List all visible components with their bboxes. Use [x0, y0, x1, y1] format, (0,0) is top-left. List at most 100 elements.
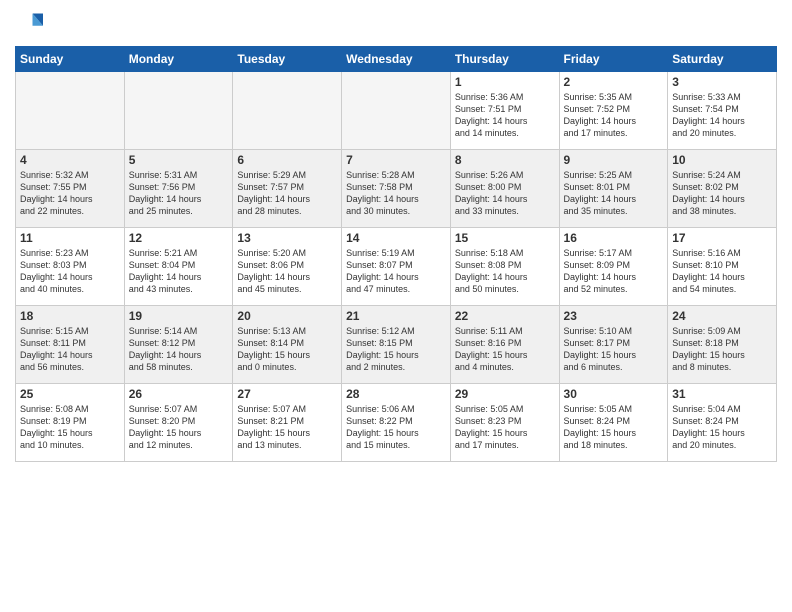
calendar-cell: 15 Sunrise: 5:18 AM Sunset: 8:08 PM Dayli… — [450, 228, 559, 306]
calendar-cell — [124, 72, 233, 150]
day-info: Sunrise: 5:23 AM Sunset: 8:03 PM Dayligh… — [20, 247, 120, 296]
day-number: 15 — [455, 231, 555, 245]
day-info: Sunrise: 5:26 AM Sunset: 8:00 PM Dayligh… — [455, 169, 555, 218]
calendar-cell: 27 Sunrise: 5:07 AM Sunset: 8:21 PM Dayli… — [233, 384, 342, 462]
day-number: 29 — [455, 387, 555, 401]
day-info: Sunrise: 5:15 AM Sunset: 8:11 PM Dayligh… — [20, 325, 120, 374]
day-number: 14 — [346, 231, 446, 245]
day-number: 26 — [129, 387, 229, 401]
day-info: Sunrise: 5:29 AM Sunset: 7:57 PM Dayligh… — [237, 169, 337, 218]
day-info: Sunrise: 5:31 AM Sunset: 7:56 PM Dayligh… — [129, 169, 229, 218]
day-number: 28 — [346, 387, 446, 401]
day-info: Sunrise: 5:18 AM Sunset: 8:08 PM Dayligh… — [455, 247, 555, 296]
weekday-friday: Friday — [559, 47, 668, 72]
calendar-cell: 16Sunrise: 5:17 AM Sunset: 8:09 PM Dayli… — [559, 228, 668, 306]
calendar-cell: 18 Sunrise: 5:15 AM Sunset: 8:11 PM Dayli… — [16, 306, 125, 384]
calendar-cell: 8 Sunrise: 5:26 AM Sunset: 8:00 PM Daylig… — [450, 150, 559, 228]
calendar-week-3: 11 Sunrise: 5:23 AM Sunset: 8:03 PM Dayli… — [16, 228, 777, 306]
day-info: Sunrise: 5:28 AM Sunset: 7:58 PM Dayligh… — [346, 169, 446, 218]
calendar-cell — [16, 72, 125, 150]
day-number: 2 — [564, 75, 664, 89]
day-info: Sunrise: 5:09 AM Sunset: 8:18 PM Dayligh… — [672, 325, 772, 374]
day-number: 18 — [20, 309, 120, 323]
day-number: 10 — [672, 153, 772, 167]
day-number: 21 — [346, 309, 446, 323]
logo-icon — [15, 10, 43, 38]
day-info: Sunrise: 5:05 AM Sunset: 8:24 PM Dayligh… — [564, 403, 664, 452]
calendar-cell: 19 Sunrise: 5:14 AM Sunset: 8:12 PM Dayli… — [124, 306, 233, 384]
calendar-cell: 23Sunrise: 5:10 AM Sunset: 8:17 PM Dayli… — [559, 306, 668, 384]
day-number: 8 — [455, 153, 555, 167]
calendar-cell: 25 Sunrise: 5:08 AM Sunset: 8:19 PM Dayli… — [16, 384, 125, 462]
calendar-cell: 2Sunrise: 5:35 AM Sunset: 7:52 PM Daylig… — [559, 72, 668, 150]
weekday-tuesday: Tuesday — [233, 47, 342, 72]
logo — [15, 10, 47, 38]
day-info: Sunrise: 5:24 AM Sunset: 8:02 PM Dayligh… — [672, 169, 772, 218]
day-number: 22 — [455, 309, 555, 323]
calendar-cell: 14 Sunrise: 5:19 AM Sunset: 8:07 PM Dayli… — [342, 228, 451, 306]
day-info: Sunrise: 5:08 AM Sunset: 8:19 PM Dayligh… — [20, 403, 120, 452]
calendar-cell: 31Sunrise: 5:04 AM Sunset: 8:24 PM Dayli… — [668, 384, 777, 462]
day-info: Sunrise: 5:04 AM Sunset: 8:24 PM Dayligh… — [672, 403, 772, 452]
day-info: Sunrise: 5:07 AM Sunset: 8:20 PM Dayligh… — [129, 403, 229, 452]
calendar-cell: 26 Sunrise: 5:07 AM Sunset: 8:20 PM Dayli… — [124, 384, 233, 462]
calendar-cell: 6 Sunrise: 5:29 AM Sunset: 7:57 PM Daylig… — [233, 150, 342, 228]
calendar-cell: 10 Sunrise: 5:24 AM Sunset: 8:02 PM Dayli… — [668, 150, 777, 228]
calendar-cell: 7 Sunrise: 5:28 AM Sunset: 7:58 PM Daylig… — [342, 150, 451, 228]
day-info: Sunrise: 5:12 AM Sunset: 8:15 PM Dayligh… — [346, 325, 446, 374]
weekday-monday: Monday — [124, 47, 233, 72]
calendar-cell: 5Sunrise: 5:31 AM Sunset: 7:56 PM Daylig… — [124, 150, 233, 228]
day-info: Sunrise: 5:19 AM Sunset: 8:07 PM Dayligh… — [346, 247, 446, 296]
day-number: 4 — [20, 153, 120, 167]
weekday-wednesday: Wednesday — [342, 47, 451, 72]
calendar-cell: 28Sunrise: 5:06 AM Sunset: 8:22 PM Dayli… — [342, 384, 451, 462]
day-number: 25 — [20, 387, 120, 401]
calendar-cell — [342, 72, 451, 150]
calendar-week-5: 25 Sunrise: 5:08 AM Sunset: 8:19 PM Dayli… — [16, 384, 777, 462]
calendar-week-1: 1Sunrise: 5:36 AM Sunset: 7:51 PM Daylig… — [16, 72, 777, 150]
calendar-week-2: 4 Sunrise: 5:32 AM Sunset: 7:55 PM Daylig… — [16, 150, 777, 228]
weekday-header-row: SundayMondayTuesdayWednesdayThursdayFrid… — [16, 47, 777, 72]
calendar: SundayMondayTuesdayWednesdayThursdayFrid… — [15, 46, 777, 462]
calendar-cell: 24 Sunrise: 5:09 AM Sunset: 8:18 PM Dayli… — [668, 306, 777, 384]
day-info: Sunrise: 5:13 AM Sunset: 8:14 PM Dayligh… — [237, 325, 337, 374]
day-info: Sunrise: 5:11 AM Sunset: 8:16 PM Dayligh… — [455, 325, 555, 374]
day-number: 27 — [237, 387, 337, 401]
weekday-saturday: Saturday — [668, 47, 777, 72]
calendar-cell: 9 Sunrise: 5:25 AM Sunset: 8:01 PM Daylig… — [559, 150, 668, 228]
day-number: 12 — [129, 231, 229, 245]
header — [15, 10, 777, 38]
calendar-cell: 21 Sunrise: 5:12 AM Sunset: 8:15 PM Dayli… — [342, 306, 451, 384]
day-number: 11 — [20, 231, 120, 245]
day-number: 6 — [237, 153, 337, 167]
calendar-cell: 1Sunrise: 5:36 AM Sunset: 7:51 PM Daylig… — [450, 72, 559, 150]
weekday-sunday: Sunday — [16, 47, 125, 72]
calendar-cell: 3Sunrise: 5:33 AM Sunset: 7:54 PM Daylig… — [668, 72, 777, 150]
day-info: Sunrise: 5:25 AM Sunset: 8:01 PM Dayligh… — [564, 169, 664, 218]
day-number: 13 — [237, 231, 337, 245]
day-number: 24 — [672, 309, 772, 323]
calendar-week-4: 18 Sunrise: 5:15 AM Sunset: 8:11 PM Dayli… — [16, 306, 777, 384]
calendar-cell: 11 Sunrise: 5:23 AM Sunset: 8:03 PM Dayli… — [16, 228, 125, 306]
calendar-cell — [233, 72, 342, 150]
day-number: 9 — [564, 153, 664, 167]
calendar-cell: 29 Sunrise: 5:05 AM Sunset: 8:23 PM Dayli… — [450, 384, 559, 462]
calendar-cell: 30 Sunrise: 5:05 AM Sunset: 8:24 PM Dayli… — [559, 384, 668, 462]
day-info: Sunrise: 5:17 AM Sunset: 8:09 PM Dayligh… — [564, 247, 664, 296]
day-number: 19 — [129, 309, 229, 323]
day-info: Sunrise: 5:05 AM Sunset: 8:23 PM Dayligh… — [455, 403, 555, 452]
calendar-cell: 20 Sunrise: 5:13 AM Sunset: 8:14 PM Dayli… — [233, 306, 342, 384]
day-info: Sunrise: 5:16 AM Sunset: 8:10 PM Dayligh… — [672, 247, 772, 296]
day-number: 23 — [564, 309, 664, 323]
weekday-thursday: Thursday — [450, 47, 559, 72]
day-number: 7 — [346, 153, 446, 167]
day-info: Sunrise: 5:14 AM Sunset: 8:12 PM Dayligh… — [129, 325, 229, 374]
day-number: 17 — [672, 231, 772, 245]
day-info: Sunrise: 5:32 AM Sunset: 7:55 PM Dayligh… — [20, 169, 120, 218]
day-info: Sunrise: 5:07 AM Sunset: 8:21 PM Dayligh… — [237, 403, 337, 452]
day-number: 30 — [564, 387, 664, 401]
calendar-cell: 22 Sunrise: 5:11 AM Sunset: 8:16 PM Dayli… — [450, 306, 559, 384]
day-info: Sunrise: 5:36 AM Sunset: 7:51 PM Dayligh… — [455, 91, 555, 140]
day-info: Sunrise: 5:20 AM Sunset: 8:06 PM Dayligh… — [237, 247, 337, 296]
day-number: 20 — [237, 309, 337, 323]
